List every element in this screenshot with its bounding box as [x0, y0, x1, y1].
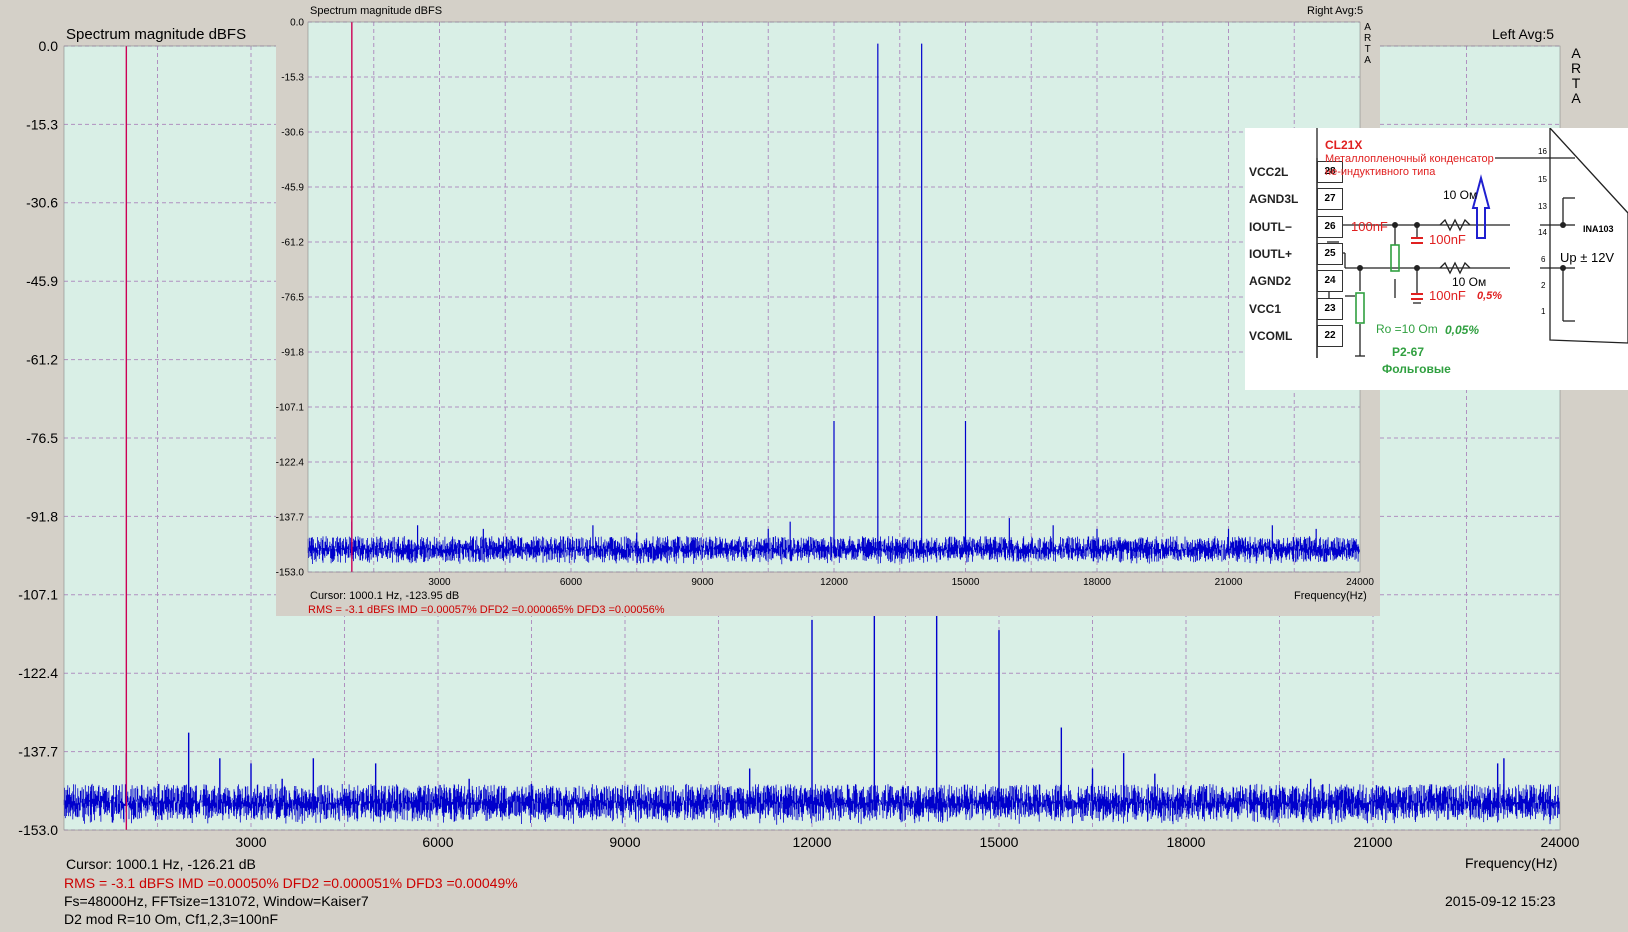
pin-number-23: 23	[1317, 298, 1343, 320]
inset-ytick-3: -45.9	[281, 183, 304, 194]
inset-channel-label: Right Avg:5	[1307, 5, 1364, 17]
pin-label-vcc1: VCC1	[1249, 302, 1282, 316]
pin-number-22: 22	[1317, 325, 1343, 347]
inset-xtick-1: 6000	[560, 577, 583, 588]
schematic-amp-pin-1: 1	[1541, 307, 1546, 316]
inset-ytick-7: -107.1	[276, 403, 305, 414]
inset-xtick-3: 12000	[820, 577, 848, 588]
inset-ytick-10: -153.0	[276, 568, 305, 579]
pin-number-24: 24	[1317, 270, 1343, 292]
inset-rms-readout: RMS = -3.1 dBFS IMD =0.00057% DFD2 =0.00…	[308, 604, 665, 616]
schematic-amp-name: INA103	[1583, 224, 1614, 234]
inset-ytick-2: -30.6	[281, 128, 304, 139]
schematic-amp-supply: Up ± 12V	[1560, 250, 1615, 265]
pin-label-vcc2l: VCC2L	[1249, 165, 1289, 179]
schematic-image: VCC2L AGND3L IOUTL− IOUTL+ AGND2 VCC1 VC…	[1245, 128, 1628, 390]
inset-xtick-4: 15000	[952, 577, 980, 588]
inset-ytick-8: -122.4	[276, 458, 305, 469]
schematic-desc-2: не-индуктивного типа	[1325, 166, 1436, 178]
inset-arta-letters: ARTA	[1364, 22, 1372, 66]
pin-label-vcoml: VCOML	[1249, 329, 1293, 343]
schematic-amp-pin-2: 2	[1541, 281, 1546, 290]
schematic-ro: Ro =10 Om	[1376, 322, 1438, 336]
inset-ytick-1: -15.3	[281, 73, 304, 84]
schematic-res-2: 10 Ом	[1452, 275, 1487, 289]
inset-ytick-4: -61.2	[281, 238, 304, 249]
schematic-res-1: 10 Ом	[1443, 188, 1478, 202]
schematic-cap-1: 100nF	[1351, 219, 1388, 234]
pin-number-26: 26	[1317, 216, 1343, 238]
inset-xtick-7: 24000	[1346, 577, 1374, 588]
schematic-amp-pin-13: 13	[1538, 202, 1547, 211]
inset-title: Spectrum magnitude dBFS	[310, 5, 443, 17]
schematic-cap-3: 100nF	[1429, 288, 1466, 303]
pin-number-25: 25	[1317, 243, 1343, 265]
inset-ytick-6: -91.8	[281, 348, 304, 359]
schematic-chip-label: CL21X	[1325, 138, 1363, 152]
inset-ytick-0: 0.0	[290, 18, 304, 29]
inset-xtick-2: 9000	[691, 577, 714, 588]
pin-label-agnd3l: AGND3L	[1249, 192, 1299, 206]
schematic-desc-1: Металлопленочный конденсатор	[1325, 153, 1494, 165]
inset-xtick-6: 21000	[1215, 577, 1243, 588]
schematic-amp-pin-6: 6	[1541, 255, 1546, 264]
inset-xtick-5: 18000	[1083, 577, 1111, 588]
schematic-amp-pin-16: 16	[1538, 147, 1547, 156]
pin-label-ioutl-plus: IOUTL+	[1249, 247, 1293, 261]
pin-label-agnd2: AGND2	[1249, 274, 1292, 288]
schematic-cap-3-tol: 0,5%	[1477, 290, 1503, 302]
schematic-ro-tol: 0,05%	[1445, 323, 1480, 337]
inset-ytick-9: -137.7	[276, 513, 305, 524]
inset-cursor-readout: Cursor: 1000.1 Hz, -123.95 dB	[310, 590, 460, 602]
schematic-res-type: P2-67	[1392, 345, 1425, 359]
schematic-res-kind: Фольговые	[1382, 362, 1451, 376]
schematic-amp-pin-15: 15	[1538, 175, 1547, 184]
pin-label-ioutl-minus: IOUTL−	[1249, 220, 1293, 234]
inset-xtick-0: 3000	[428, 577, 451, 588]
inset-freq-label: Frequency(Hz)	[1294, 590, 1367, 602]
schematic-amp-pin-14: 14	[1538, 228, 1547, 237]
pin-number-27: 27	[1317, 188, 1343, 210]
schematic-cap-2: 100nF	[1429, 232, 1466, 247]
inset-ytick-5: -76.5	[281, 293, 304, 304]
